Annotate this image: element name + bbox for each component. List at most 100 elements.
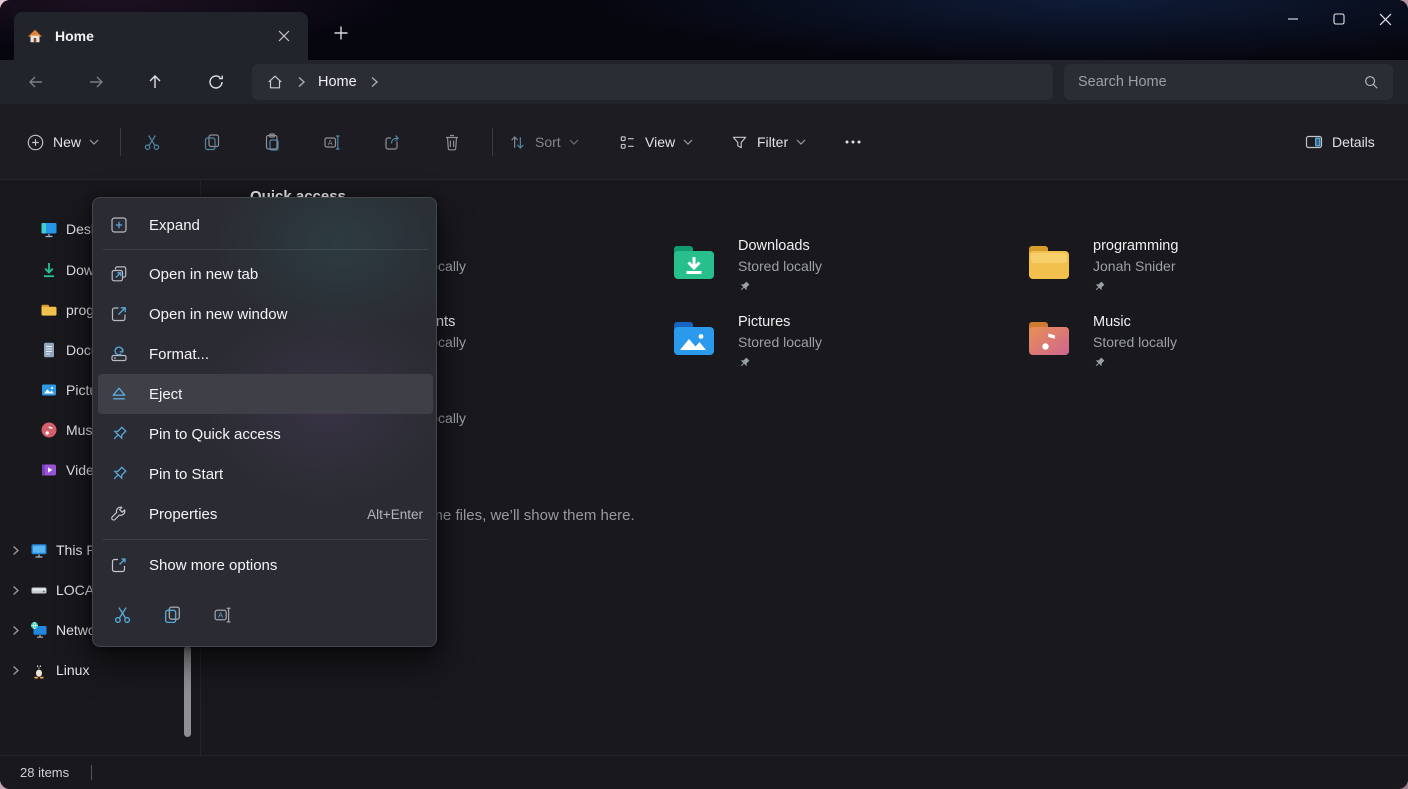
menu-item-pin-quick-access[interactable]: Pin to Quick access bbox=[98, 414, 433, 454]
chevron-right-icon[interactable] bbox=[8, 665, 22, 676]
tab-title: Home bbox=[55, 28, 270, 44]
wrench-icon bbox=[107, 504, 131, 524]
cut-icon[interactable] bbox=[132, 122, 172, 162]
pin-icon bbox=[1093, 280, 1178, 293]
more-dots-icon[interactable] bbox=[833, 122, 873, 162]
close-icon[interactable] bbox=[1362, 0, 1408, 38]
search-placeholder: Search Home bbox=[1078, 74, 1363, 90]
sidebar-item-linux[interactable]: Linux bbox=[8, 652, 188, 688]
network-icon bbox=[28, 620, 50, 640]
window-controls bbox=[1270, 0, 1408, 38]
pin-icon bbox=[738, 280, 822, 293]
copy-icon[interactable] bbox=[152, 594, 192, 634]
chevron-down-icon bbox=[89, 139, 99, 145]
chevron-right-icon[interactable] bbox=[8, 545, 22, 556]
forward-icon[interactable] bbox=[79, 66, 113, 98]
pin-icon bbox=[107, 424, 131, 444]
download-arrow-icon bbox=[38, 260, 60, 280]
context-menu: Expand Open in new tab Open in new windo… bbox=[92, 197, 437, 647]
copy-icon[interactable] bbox=[192, 122, 232, 162]
menu-item-open-new-window[interactable]: Open in new window bbox=[98, 294, 433, 334]
chevron-down-icon bbox=[569, 139, 579, 145]
open-new-tab-icon bbox=[107, 264, 131, 284]
chevron-right-icon[interactable] bbox=[369, 76, 379, 88]
new-button-label: New bbox=[53, 134, 81, 150]
chevron-right-icon[interactable] bbox=[8, 585, 22, 596]
minimize-icon[interactable] bbox=[1270, 0, 1316, 38]
file-explorer-window: Home bbox=[0, 0, 1408, 789]
tab-close-icon[interactable] bbox=[270, 22, 298, 50]
sort-button[interactable]: Sort bbox=[500, 124, 587, 160]
items-count: 28 items bbox=[20, 765, 69, 780]
tile-pictures[interactable]: Pictures Stored locally bbox=[670, 313, 1000, 369]
folder-icon bbox=[38, 300, 60, 320]
command-toolbar: New A Sort bbox=[0, 104, 1408, 180]
downloads-folder-icon bbox=[670, 237, 718, 285]
sort-button-label: Sort bbox=[535, 134, 561, 150]
view-icon bbox=[618, 133, 637, 152]
shortcut-label: Alt+Enter bbox=[367, 507, 423, 522]
tile-music[interactable]: Music Stored locally bbox=[1025, 313, 1355, 369]
desktop-icon bbox=[38, 219, 60, 239]
details-button-label: Details bbox=[1332, 134, 1375, 150]
menu-divider bbox=[103, 539, 428, 540]
tile-downloads[interactable]: Downloads Stored locally bbox=[670, 237, 1000, 293]
paste-icon[interactable] bbox=[252, 122, 292, 162]
tab-home[interactable]: Home bbox=[14, 12, 308, 60]
pin-icon bbox=[738, 356, 822, 369]
up-icon[interactable] bbox=[138, 66, 172, 98]
toolbar-divider bbox=[492, 128, 493, 156]
expand-icon bbox=[107, 215, 131, 235]
status-divider bbox=[91, 765, 92, 780]
menu-item-expand[interactable]: Expand bbox=[98, 205, 433, 245]
delete-icon[interactable] bbox=[432, 122, 472, 162]
home-icon bbox=[26, 27, 44, 45]
programming-folder-icon bbox=[1025, 237, 1073, 285]
cut-icon[interactable] bbox=[102, 594, 142, 634]
pictures-folder-icon bbox=[670, 313, 718, 361]
drive-icon bbox=[28, 580, 50, 600]
title-bar: Home bbox=[0, 0, 1408, 60]
menu-item-show-more-options[interactable]: Show more options bbox=[98, 545, 433, 585]
menu-item-format[interactable]: Format... bbox=[98, 334, 433, 374]
filter-button[interactable]: Filter bbox=[722, 124, 814, 160]
menu-item-open-new-tab[interactable]: Open in new tab bbox=[98, 254, 433, 294]
format-icon bbox=[107, 344, 131, 364]
view-button[interactable]: View bbox=[610, 124, 701, 160]
menu-item-properties[interactable]: Properties Alt+Enter bbox=[98, 494, 433, 534]
chevron-down-icon bbox=[796, 139, 806, 145]
open-new-window-icon bbox=[107, 304, 131, 324]
music-folder-icon bbox=[1025, 313, 1073, 361]
back-icon[interactable] bbox=[19, 66, 53, 98]
svg-text:A: A bbox=[218, 610, 223, 619]
new-tab-plus-icon[interactable] bbox=[326, 18, 356, 48]
chevron-right-icon bbox=[296, 76, 306, 88]
details-pane-icon bbox=[1304, 132, 1324, 152]
tile-programming[interactable]: programming Jonah Snider bbox=[1025, 237, 1355, 293]
rename-icon[interactable]: A bbox=[202, 594, 242, 634]
svg-text:A: A bbox=[328, 140, 333, 147]
videos-icon bbox=[38, 460, 60, 480]
menu-item-pin-start[interactable]: Pin to Start bbox=[98, 454, 433, 494]
search-icon[interactable] bbox=[1363, 74, 1379, 90]
linux-penguin-icon bbox=[28, 660, 50, 680]
music-icon bbox=[38, 420, 60, 440]
breadcrumb-item-home[interactable]: Home bbox=[318, 74, 357, 90]
search-input[interactable]: Search Home bbox=[1064, 64, 1393, 100]
sort-icon bbox=[508, 133, 527, 152]
new-button[interactable]: New bbox=[18, 124, 107, 160]
share-icon[interactable] bbox=[372, 122, 412, 162]
sidebar-scrollbar[interactable] bbox=[184, 646, 191, 737]
rename-icon[interactable]: A bbox=[312, 122, 352, 162]
pin-icon bbox=[107, 464, 131, 484]
show-more-icon bbox=[107, 555, 131, 575]
breadcrumb[interactable]: Home bbox=[252, 64, 1053, 100]
details-button[interactable]: Details bbox=[1296, 124, 1383, 160]
home-icon[interactable] bbox=[266, 73, 284, 91]
maximize-icon[interactable] bbox=[1316, 0, 1362, 38]
chevron-down-icon bbox=[683, 139, 693, 145]
this-pc-icon bbox=[28, 540, 50, 560]
refresh-icon[interactable] bbox=[199, 66, 233, 98]
menu-item-eject[interactable]: Eject bbox=[98, 374, 433, 414]
chevron-right-icon[interactable] bbox=[8, 625, 22, 636]
